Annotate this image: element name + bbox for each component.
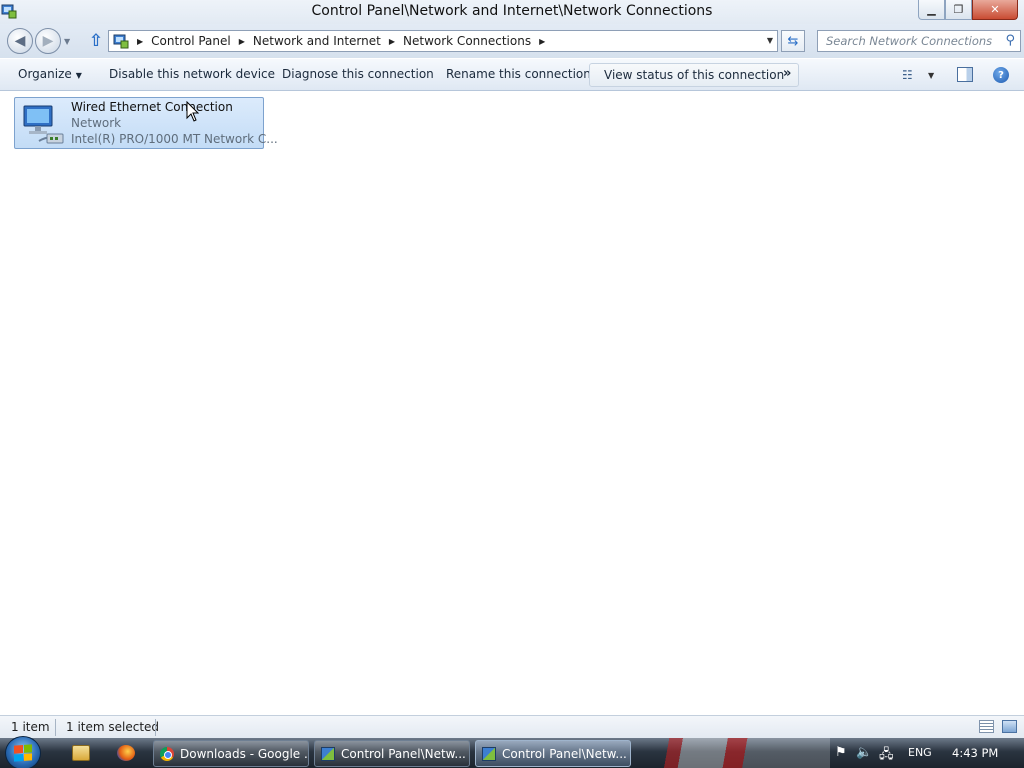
control-panel-icon bbox=[321, 746, 335, 761]
breadcrumb-separator-icon[interactable]: ▶ bbox=[389, 37, 395, 46]
connection-status: Network bbox=[71, 116, 122, 130]
taskbar-item-label: Control Panel\Netw... bbox=[502, 746, 627, 761]
taskbar: Downloads - Google ... Control Panel\Net… bbox=[0, 736, 1024, 768]
taskbar-item-label: Downloads - Google ... bbox=[180, 746, 309, 761]
connections-list[interactable]: Wired Ethernet Connection Network Intel(… bbox=[0, 91, 1024, 715]
network-adapter-icon bbox=[23, 105, 64, 144]
refresh-button[interactable]: ⇆ bbox=[781, 30, 805, 52]
start-button[interactable] bbox=[5, 736, 41, 768]
restore-button[interactable]: ❐ bbox=[945, 0, 972, 20]
clock[interactable]: 4:43 PM bbox=[952, 746, 998, 760]
rename-connection-button[interactable]: Rename this connection bbox=[446, 67, 591, 81]
close-icon: ✕ bbox=[990, 3, 1000, 16]
status-bar: 1 item 1 item selected bbox=[0, 715, 1024, 738]
volume-icon[interactable]: 🔈 bbox=[856, 745, 872, 760]
refresh-icon: ⇆ bbox=[787, 33, 799, 49]
selection-count: 1 item selected bbox=[66, 720, 160, 734]
command-bar: Organize ▼ Disable this network device Di… bbox=[0, 58, 1024, 91]
breadcrumb-separator-icon[interactable]: ▶ bbox=[239, 37, 245, 46]
recent-pages-dropdown[interactable]: ▼ bbox=[64, 37, 70, 46]
up-arrow-icon: ⇧ bbox=[88, 31, 104, 51]
search-input[interactable] bbox=[818, 31, 993, 51]
organize-label: Organize bbox=[18, 67, 72, 81]
windows-logo-icon bbox=[14, 744, 32, 762]
control-panel-icon bbox=[113, 34, 129, 49]
item-count: 1 item bbox=[11, 720, 50, 734]
more-commands-button[interactable]: » bbox=[783, 66, 791, 81]
connection-device: Intel(R) PRO/1000 MT Network C... bbox=[71, 132, 278, 146]
forward-arrow-icon: ▶ bbox=[42, 33, 54, 49]
status-divider bbox=[55, 719, 56, 736]
search-box[interactable]: ⚲ bbox=[817, 30, 1021, 52]
taskbar-item-control-panel-2[interactable]: Control Panel\Netw... bbox=[475, 740, 631, 767]
status-divider bbox=[155, 719, 156, 736]
disable-device-button[interactable]: Disable this network device bbox=[109, 67, 275, 81]
chevron-down-icon: ▼ bbox=[64, 37, 71, 46]
network-tray-icon[interactable]: 🖧 bbox=[879, 745, 894, 767]
control-panel-icon bbox=[482, 746, 496, 761]
chevron-down-icon: ▼ bbox=[75, 71, 82, 80]
details-view-icon[interactable] bbox=[979, 720, 994, 733]
view-status-button[interactable]: View status of this connection bbox=[589, 63, 800, 87]
navigation-bar: ◀ ▶ ▼ ⇧ ▶ Control Panel ▶ Network and In… bbox=[0, 24, 1024, 58]
up-level-button[interactable]: ⇧ bbox=[88, 32, 104, 50]
title-bar[interactable]: Control Panel\Network and Internet\Netwo… bbox=[0, 0, 1024, 24]
window-controls: ▁ ❐ ✕ bbox=[918, 0, 1018, 20]
large-icons-view-icon[interactable] bbox=[1002, 720, 1017, 733]
chrome-icon bbox=[160, 746, 174, 761]
list-item-wired-ethernet[interactable]: Wired Ethernet Connection Network Intel(… bbox=[14, 97, 278, 149]
system-tray: ⚑ 🔈 🖧 ENG 4:43 PM bbox=[830, 738, 1024, 768]
forward-button[interactable]: ▶ bbox=[35, 28, 61, 54]
help-button[interactable]: ? bbox=[993, 67, 1009, 83]
taskbar-item-control-panel-1[interactable]: Control Panel\Netw... bbox=[314, 740, 470, 767]
diagnose-connection-button[interactable]: Diagnose this connection bbox=[282, 67, 434, 81]
minimize-icon: ▁ bbox=[927, 3, 936, 16]
minimize-button[interactable]: ▁ bbox=[918, 0, 945, 20]
desktop-background bbox=[640, 738, 830, 768]
search-icon[interactable]: ⚲ bbox=[1005, 33, 1015, 48]
window-title: Control Panel\Network and Internet\Netwo… bbox=[311, 3, 713, 19]
back-button[interactable]: ◀ bbox=[7, 28, 33, 54]
connection-name: Wired Ethernet Connection bbox=[71, 100, 233, 114]
action-center-flag-icon[interactable]: ⚑ bbox=[835, 745, 847, 760]
help-icon: ? bbox=[998, 69, 1004, 81]
breadcrumb-network-and-internet[interactable]: Network and Internet bbox=[253, 34, 381, 48]
breadcrumb-control-panel[interactable]: Control Panel bbox=[151, 34, 231, 48]
restore-icon: ❐ bbox=[953, 3, 964, 16]
close-button[interactable]: ✕ bbox=[972, 0, 1018, 20]
preview-pane-button[interactable] bbox=[957, 67, 973, 82]
view-dropdown-icon[interactable]: ▼ bbox=[928, 71, 934, 80]
change-view-button[interactable]: ☷ bbox=[902, 68, 913, 82]
view-details-icon: ☷ bbox=[902, 68, 913, 82]
mouse-pointer-icon bbox=[186, 101, 200, 122]
back-arrow-icon: ◀ bbox=[14, 33, 26, 49]
firefox-quicklaunch-icon[interactable] bbox=[117, 745, 135, 761]
organize-menu[interactable]: Organize ▼ bbox=[18, 67, 82, 81]
explorer-quicklaunch-icon[interactable] bbox=[72, 745, 90, 761]
language-indicator[interactable]: ENG bbox=[908, 746, 932, 759]
taskbar-item-label: Control Panel\Netw... bbox=[341, 746, 466, 761]
address-bar[interactable]: ▶ Control Panel ▶ Network and Internet ▶… bbox=[108, 30, 778, 52]
address-dropdown-icon[interactable]: ▼ bbox=[767, 36, 773, 45]
taskbar-item-downloads[interactable]: Downloads - Google ... bbox=[153, 740, 309, 767]
breadcrumb-separator-icon[interactable]: ▶ bbox=[137, 37, 143, 46]
breadcrumb-separator-icon[interactable]: ▶ bbox=[539, 37, 545, 46]
breadcrumb-network-connections[interactable]: Network Connections bbox=[403, 34, 531, 48]
